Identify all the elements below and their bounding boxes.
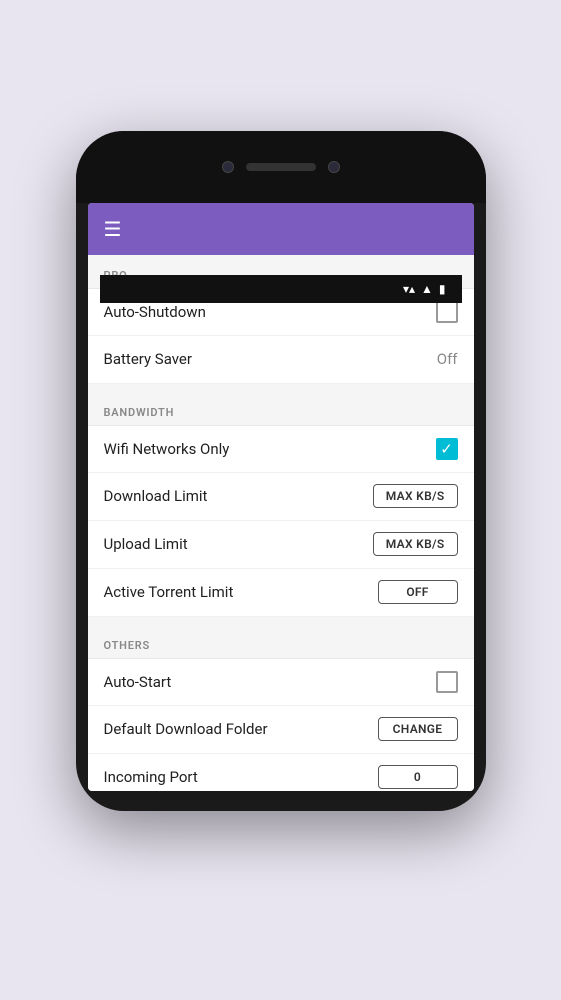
- setting-row-battery-saver: Battery Saver Off: [88, 336, 474, 384]
- checkbox-empty-auto-shutdown[interactable]: [436, 301, 458, 323]
- section-rows-others: Auto-Start Default Download Folder CHANGE I…: [88, 658, 474, 791]
- value-battery-saver: Off: [437, 350, 458, 368]
- phone-wrapper: ▾▴ ▲ ▮ ☰ PROAuto-ShutdownBattery SaverOf…: [76, 131, 486, 811]
- setting-label-incoming-port: Incoming Port: [104, 768, 198, 786]
- checkbox-checked-wifi-networks-only[interactable]: ✓: [436, 438, 458, 460]
- section-header-bandwidth: BANDWIDTH: [88, 392, 474, 425]
- setting-row-auto-start[interactable]: Auto-Start: [88, 658, 474, 706]
- setting-label-default-download-folder: Default Download Folder: [104, 720, 268, 738]
- app-bar: ☰: [88, 203, 474, 255]
- setting-label-auto-start: Auto-Start: [104, 673, 172, 691]
- section-header-others: OTHERS: [88, 625, 474, 658]
- phone-camera-left: [222, 161, 234, 173]
- setting-row-download-limit[interactable]: Download Limit MAX KB/S: [88, 473, 474, 521]
- setting-row-active-torrent-limit[interactable]: Active Torrent Limit OFF: [88, 569, 474, 617]
- section-divider-bandwidth: [88, 617, 474, 625]
- setting-label-download-limit: Download Limit: [104, 487, 208, 505]
- hamburger-icon[interactable]: ☰: [104, 219, 122, 239]
- battery-icon: ▮: [439, 282, 446, 296]
- setting-row-default-download-folder[interactable]: Default Download Folder CHANGE: [88, 706, 474, 754]
- phone-top-bar: [76, 131, 486, 203]
- setting-label-active-torrent-limit: Active Torrent Limit: [104, 583, 234, 601]
- setting-row-wifi-networks-only[interactable]: Wifi Networks Only ✓: [88, 425, 474, 473]
- setting-label-auto-shutdown: Auto-Shutdown: [104, 303, 206, 321]
- button-incoming-port[interactable]: 0: [378, 765, 458, 789]
- wifi-status-icon: ▾▴: [403, 282, 415, 296]
- setting-row-upload-limit[interactable]: Upload Limit MAX KB/S: [88, 521, 474, 569]
- phone-camera-right: [328, 161, 340, 173]
- button-default-download-folder[interactable]: CHANGE: [378, 717, 458, 741]
- setting-row-incoming-port[interactable]: Incoming Port 0: [88, 754, 474, 791]
- setting-label-battery-saver: Battery Saver: [104, 350, 192, 368]
- button-upload-limit[interactable]: MAX KB/S: [373, 532, 458, 556]
- setting-label-wifi-networks-only: Wifi Networks Only: [104, 440, 230, 458]
- button-active-torrent-limit[interactable]: OFF: [378, 580, 458, 604]
- setting-label-upload-limit: Upload Limit: [104, 535, 188, 553]
- settings-content[interactable]: PROAuto-ShutdownBattery SaverOffBANDWIDT…: [88, 255, 474, 791]
- phone-shell: ▾▴ ▲ ▮ ☰ PROAuto-ShutdownBattery SaverOf…: [76, 131, 486, 811]
- section-rows-bandwidth: Wifi Networks Only ✓ Download Limit MAX KB/…: [88, 425, 474, 617]
- status-bar: ▾▴ ▲ ▮: [100, 275, 462, 303]
- phone-screen: ▾▴ ▲ ▮ ☰ PROAuto-ShutdownBattery SaverOf…: [88, 203, 474, 791]
- button-download-limit[interactable]: MAX KB/S: [373, 484, 458, 508]
- section-divider-pro: [88, 384, 474, 392]
- signal-icon: ▲: [421, 282, 433, 296]
- checkbox-empty-auto-start[interactable]: [436, 671, 458, 693]
- phone-speaker: [246, 163, 316, 171]
